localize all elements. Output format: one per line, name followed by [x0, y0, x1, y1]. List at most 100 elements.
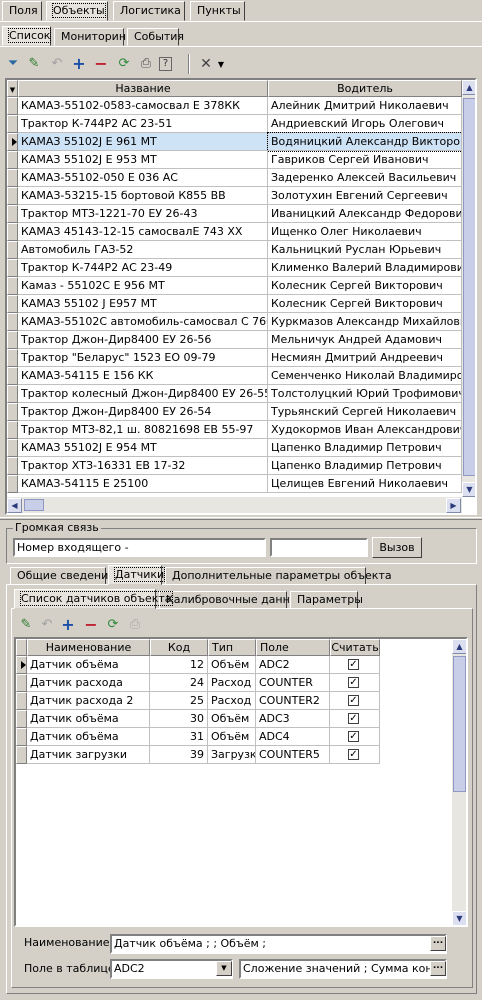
row-indicator[interactable]	[7, 457, 18, 475]
filter-icon[interactable]: ⏷	[4, 55, 22, 73]
hscroll-thumb[interactable]	[24, 499, 44, 511]
scroll-thumb[interactable]	[463, 98, 475, 476]
column-header-sensor-name[interactable]: Наименование	[27, 639, 150, 656]
table-cell-name[interactable]: Трактор ХТЗ-16331 ЕВ 17-32	[18, 457, 268, 475]
sensor-cell-type[interactable]: Объём	[208, 656, 256, 674]
table-cell-name[interactable]: КАМАЗ-54115 Е 25100	[18, 475, 268, 493]
sensor-cell-name[interactable]: Датчик расхода 2	[27, 692, 150, 710]
scroll-right-button[interactable]: ▶	[446, 498, 461, 513]
row-indicator[interactable]	[7, 385, 18, 403]
sensor-add-icon[interactable]: +	[59, 616, 77, 634]
aggregation-ellipsis-button[interactable]: ...	[430, 961, 446, 976]
sensor-cell-name[interactable]: Датчик объёма	[27, 710, 150, 728]
sensor-row-indicator[interactable]	[16, 728, 27, 746]
tab-parameters[interactable]: Параметры	[290, 591, 363, 609]
column-header-count[interactable]: Считать	[330, 639, 380, 656]
sensor-row-indicator[interactable]	[16, 656, 27, 674]
sensor-cell-type[interactable]: Загрузка	[208, 746, 256, 764]
row-indicator[interactable]	[7, 403, 18, 421]
sensor-cell-field[interactable]: COUNTER2	[256, 692, 330, 710]
table-cell-driver[interactable]: Колесник Сергей Викторович	[268, 277, 462, 295]
table-cell-driver[interactable]: Гавриков Сергей Иванович	[268, 151, 462, 169]
sensor-cell-type[interactable]: Объём	[208, 710, 256, 728]
table-cell-driver[interactable]: Семенченко Николай Владимирович	[268, 367, 462, 385]
table-cell-name[interactable]: КАМАЗ 55102J Е 954 МТ	[18, 439, 268, 457]
row-indicator[interactable]	[7, 241, 18, 259]
sensor-remove-icon[interactable]: −	[82, 616, 100, 634]
scroll-up-button[interactable]: ▲	[462, 80, 475, 95]
table-cell-driver[interactable]: Задеренко Алексей Васильевич	[268, 169, 462, 187]
tab-sensor-list[interactable]: Список датчиков объекта	[14, 589, 173, 609]
table-cell-driver[interactable]: Толстолуцкий Юрий Трофимович	[268, 385, 462, 403]
row-indicator[interactable]	[7, 277, 18, 295]
sensor-cell-name[interactable]: Датчик объёма	[27, 656, 150, 674]
sensor-cell-name[interactable]: Датчик загрузки	[27, 746, 150, 764]
sensor-cell-type[interactable]: Объём	[208, 728, 256, 746]
refresh-icon[interactable]: ⟳	[115, 55, 133, 73]
sensor-scroll-thumb[interactable]	[453, 656, 466, 792]
row-indicator[interactable]	[7, 97, 18, 115]
scroll-down-button[interactable]: ▼	[462, 482, 475, 497]
aggregation-field[interactable]: Сложение значений ; Сумма конечных	[239, 959, 447, 979]
scroll-left-button[interactable]: ◀	[7, 498, 22, 513]
table-cell-name[interactable]: Трактор К-744Р2 АС 23-51	[18, 115, 268, 133]
sensor-undo-icon[interactable]: ↶	[38, 616, 56, 634]
sensor-cell-field[interactable]: ADC3	[256, 710, 330, 728]
count-checkbox[interactable]: ✓	[348, 731, 359, 742]
table-cell-driver[interactable]: Мельничук Андрей Адамович	[268, 331, 462, 349]
table-cell-name[interactable]: Трактор К-744Р2 АС 23-49	[18, 259, 268, 277]
chevron-down-icon[interactable]: ▼	[212, 56, 230, 74]
table-cell-name[interactable]: КАМАЗ 55102 J Е957 МТ	[18, 295, 268, 313]
row-indicator[interactable]	[7, 259, 18, 277]
row-indicator[interactable]	[7, 349, 18, 367]
count-checkbox[interactable]: ✓	[348, 695, 359, 706]
table-cell-driver[interactable]: Турьянский Сергей Николаевич	[268, 403, 462, 421]
table-cell-name[interactable]: КАМАЗ-55102-050 Е 036 АС	[18, 169, 268, 187]
table-cell-driver[interactable]: Ищенко Олег Николаевич	[268, 223, 462, 241]
column-header-type[interactable]: Тип	[208, 639, 256, 656]
tab-general[interactable]: Общие сведения	[10, 567, 115, 585]
row-indicator[interactable]	[7, 331, 18, 349]
sensor-cell-code[interactable]: 30	[150, 710, 208, 728]
tab-fields[interactable]: Поля	[2, 1, 42, 21]
row-indicator[interactable]	[7, 421, 18, 439]
help-icon[interactable]: ?	[159, 57, 172, 71]
sensor-cell-code[interactable]: 12	[150, 656, 208, 674]
table-cell-driver[interactable]: Кальницкий Руслан Юрьевич	[268, 241, 462, 259]
table-cell-driver[interactable]: Целищев Евгений Николаевич	[268, 475, 462, 493]
row-indicator[interactable]	[7, 313, 18, 331]
row-indicator[interactable]	[7, 439, 18, 457]
incoming-number-field[interactable]: Номер входящего -	[13, 538, 266, 557]
tab-logistics[interactable]: Логистика	[113, 1, 185, 21]
sensor-row-indicator[interactable]	[16, 710, 27, 728]
table-cell-name[interactable]: КАМАЗ-53215-15 бортовой К855 ВВ	[18, 187, 268, 205]
table-cell-name[interactable]: Трактор "Беларус" 1523 ЕО 09-79	[18, 349, 268, 367]
sensor-scroll-down-button[interactable]: ▼	[452, 911, 466, 925]
table-cell-name[interactable]: Трактор колесный Джон-Дир8400 ЕУ 26-55	[18, 385, 268, 403]
call-button[interactable]: Вызов	[372, 537, 422, 558]
tab-events[interactable]: События	[127, 28, 184, 46]
sensor-cell-code[interactable]: 25	[150, 692, 208, 710]
sensor-cell-type[interactable]: Расход	[208, 674, 256, 692]
row-indicator[interactable]	[7, 151, 18, 169]
column-header-driver[interactable]: Водитель	[268, 80, 462, 97]
table-cell-name[interactable]: КАМАЗ-55102-0583-самосвал Е 378КК	[18, 97, 268, 115]
add-icon[interactable]: +	[70, 55, 88, 73]
tab-list[interactable]: Список	[2, 26, 52, 46]
table-cell-name[interactable]: КАМАЗ 45143-12-15 самосвалЕ 743 ХХ	[18, 223, 268, 241]
column-header-field[interactable]: Поле	[256, 639, 330, 656]
undo-icon[interactable]: ↶	[48, 55, 66, 73]
count-checkbox[interactable]: ✓	[348, 749, 359, 760]
table-cell-driver[interactable]: Клименко Валерий Владимирович	[268, 259, 462, 277]
column-header-code[interactable]: Код	[150, 639, 208, 656]
sensor-cell-name[interactable]: Датчик расхода	[27, 674, 150, 692]
table-cell-name[interactable]: Трактор Джон-Дир8400 ЕУ 26-54	[18, 403, 268, 421]
row-indicator[interactable]	[7, 475, 18, 493]
print-icon[interactable]: ⎙	[137, 55, 155, 73]
table-cell-name[interactable]: КАМАЗ-54115 Е 156 КК	[18, 367, 268, 385]
column-header-name[interactable]: Название	[18, 80, 268, 97]
table-cell-driver[interactable]: Цапенко Владимир Петрович	[268, 457, 462, 475]
table-cell-driver[interactable]: Несмиян Дмитрий Андреевич	[268, 349, 462, 367]
sensor-cell-code[interactable]: 24	[150, 674, 208, 692]
field-select[interactable]: ADC2	[110, 959, 233, 979]
